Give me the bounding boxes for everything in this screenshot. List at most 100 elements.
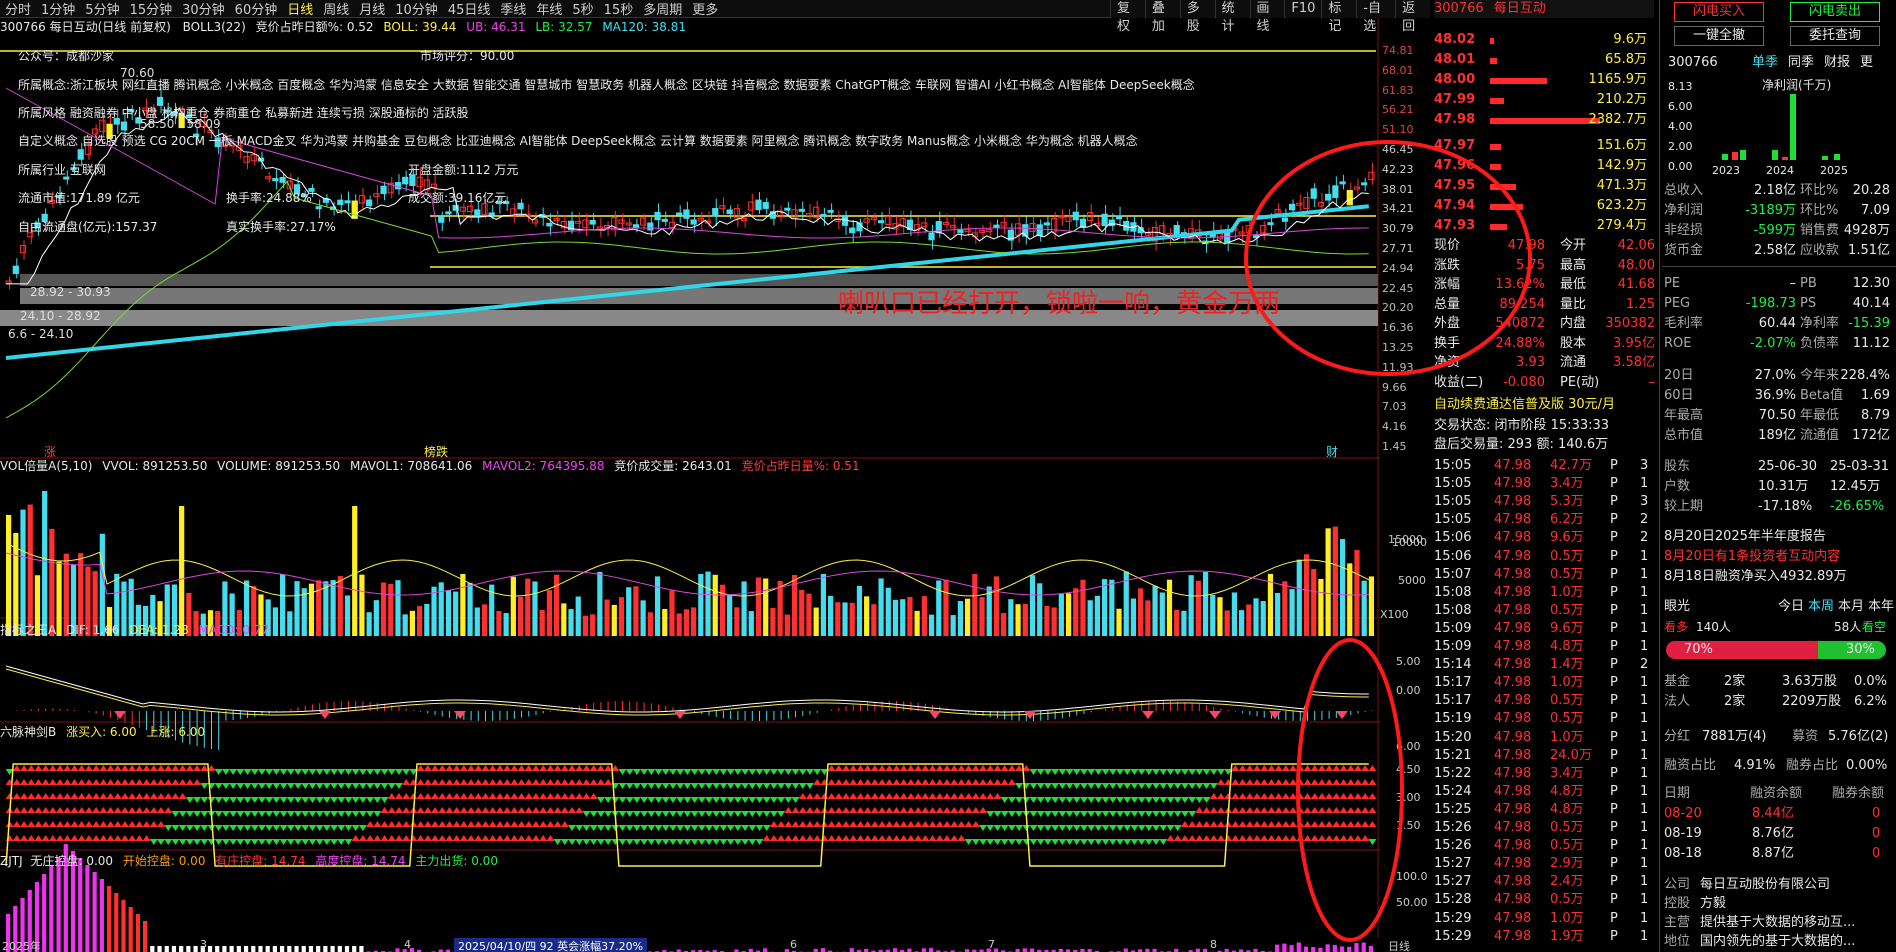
- lm-arrow: [459, 779, 468, 785]
- lm-arrow: [157, 793, 166, 799]
- tab-14[interactable]: 15秒: [599, 0, 639, 17]
- tab-12[interactable]: 年线: [531, 0, 567, 17]
- subscribe-ad[interactable]: 自动续费通达信普及版 30元/月: [1434, 396, 1615, 414]
- buy-button[interactable]: 闪电买入: [1674, 2, 1764, 22]
- bid-price[interactable]: 47.94: [1434, 197, 1475, 215]
- lm-arrow: [445, 807, 454, 813]
- tab-3[interactable]: 15分钟: [125, 0, 178, 17]
- news-item[interactable]: 8月20日有1条投资者互动内容: [1664, 548, 1840, 566]
- ask-price[interactable]: 48.02: [1434, 31, 1475, 49]
- lm-arrow: [604, 779, 613, 785]
- ask-price[interactable]: 47.99: [1434, 91, 1475, 109]
- tab-16[interactable]: 更多: [687, 0, 723, 17]
- lm-arrow: [777, 797, 786, 803]
- tab-13[interactable]: 5秒: [567, 0, 598, 17]
- lm-arrow: [236, 811, 245, 817]
- lm-arrow: [1303, 807, 1312, 813]
- tab-15[interactable]: 多周期: [638, 0, 687, 17]
- tab-6[interactable]: 日线: [282, 0, 318, 17]
- tab-1[interactable]: 1分钟: [36, 0, 80, 17]
- candle: [632, 224, 640, 229]
- lm-arrow: [257, 839, 266, 845]
- bid-price[interactable]: 47.97: [1434, 137, 1475, 155]
- news-item[interactable]: 8月20日2025年半年度报告: [1664, 528, 1826, 546]
- sell-button[interactable]: 闪电卖出: [1790, 2, 1880, 22]
- candle: [921, 222, 928, 228]
- lm-arrow: [986, 779, 995, 785]
- fin-tab-2[interactable]: 财报: [1824, 54, 1850, 72]
- lm-arrow: [106, 779, 115, 785]
- ask-price[interactable]: 48.00: [1434, 71, 1475, 89]
- lm-arrow: [892, 793, 901, 799]
- ask-price[interactable]: 47.98: [1434, 111, 1475, 129]
- raise-k: 募资: [1792, 729, 1819, 744]
- lm-arrow: [265, 811, 274, 817]
- lm-arrow: [1296, 821, 1305, 827]
- lm-arrow: [762, 825, 771, 831]
- bid-price[interactable]: 47.95: [1434, 177, 1475, 195]
- tab-9[interactable]: 10分钟: [390, 0, 443, 17]
- toolbar-btn-4[interactable]: 画线: [1249, 0, 1285, 34]
- tab-8[interactable]: 月线: [354, 0, 390, 17]
- fin-tab-3[interactable]: 更: [1860, 54, 1873, 72]
- lm-arrow: [77, 793, 86, 799]
- fin-v2: 1.51亿: [1848, 243, 1890, 258]
- eye-tab-2[interactable]: 本月: [1838, 598, 1864, 616]
- fin-tab-0[interactable]: 单季: [1752, 54, 1778, 72]
- order-query-button[interactable]: 委托查询: [1790, 26, 1880, 46]
- lm-arrow: [971, 807, 980, 813]
- lm-arrow: [1072, 783, 1081, 789]
- lm-arrow: [257, 783, 266, 789]
- tab-7[interactable]: 周线: [318, 0, 354, 17]
- lm-arrow: [1325, 821, 1334, 827]
- lm-arrow: [272, 769, 281, 775]
- lm-arrow: [286, 811, 295, 817]
- lm-arrow: [1079, 783, 1088, 789]
- toolbar-btn-6[interactable]: 标记: [1321, 0, 1356, 34]
- tab-10[interactable]: 45日线: [443, 0, 496, 17]
- tab-4[interactable]: 30分钟: [177, 0, 230, 17]
- tab-2[interactable]: 5分钟: [80, 0, 124, 17]
- lm-arrow: [12, 807, 21, 813]
- news-item[interactable]: 8月18日融资净买入4932.89万: [1664, 568, 1847, 586]
- bid-price[interactable]: 47.96: [1434, 157, 1475, 175]
- lm-arrow: [1195, 821, 1204, 827]
- toolbar-btn-1[interactable]: 叠加: [1144, 0, 1180, 34]
- x-m6: 6: [790, 938, 797, 951]
- tick-cell: P: [1610, 693, 1618, 709]
- ask-price[interactable]: 48.01: [1434, 51, 1475, 69]
- lm-arrow: [741, 769, 750, 775]
- tick-cell: 2: [1640, 512, 1649, 528]
- lm-arrow: [1216, 779, 1225, 785]
- tab-5[interactable]: 60分钟: [230, 0, 283, 17]
- lm-arrow: [986, 765, 995, 771]
- toolbar-btn-3[interactable]: 统计: [1214, 0, 1250, 34]
- tab-11[interactable]: 季线: [495, 0, 531, 17]
- toolbar-btn-0[interactable]: 复权: [1110, 0, 1145, 34]
- tick-cell: P: [1610, 892, 1618, 908]
- lm-arrow: [741, 825, 750, 831]
- lm-arrow: [438, 807, 447, 813]
- eye-tab-1[interactable]: 本周: [1808, 598, 1834, 616]
- lm-arrow: [950, 779, 959, 785]
- zj-gd: 高度控盘: 14.74: [315, 854, 406, 868]
- lm-arrow: [70, 821, 79, 827]
- tab-0[interactable]: 分时: [0, 0, 36, 17]
- lm-arrow: [459, 765, 468, 771]
- candle: [1339, 181, 1346, 185]
- cancel-all-button[interactable]: 一键全撤: [1674, 26, 1764, 46]
- eye-tab-3[interactable]: 本年: [1868, 598, 1894, 616]
- fin-v1: -3189万: [1745, 203, 1796, 218]
- lm-arrow: [1173, 769, 1182, 775]
- lm-arrow: [488, 821, 497, 827]
- lm-arrow: [1000, 839, 1009, 845]
- lm-arrow: [942, 835, 951, 841]
- chart-area[interactable]: [0, 18, 1430, 952]
- eye-tab-0[interactable]: 今日: [1778, 598, 1804, 616]
- toolbar-btn-2[interactable]: 多股: [1179, 0, 1215, 34]
- fin-tab-1[interactable]: 同季: [1788, 54, 1814, 72]
- lm-arrow: [589, 825, 598, 831]
- lm-arrow: [495, 807, 504, 813]
- bid-price[interactable]: 47.93: [1434, 217, 1475, 235]
- toolbar-btn-5[interactable]: F10: [1284, 0, 1321, 18]
